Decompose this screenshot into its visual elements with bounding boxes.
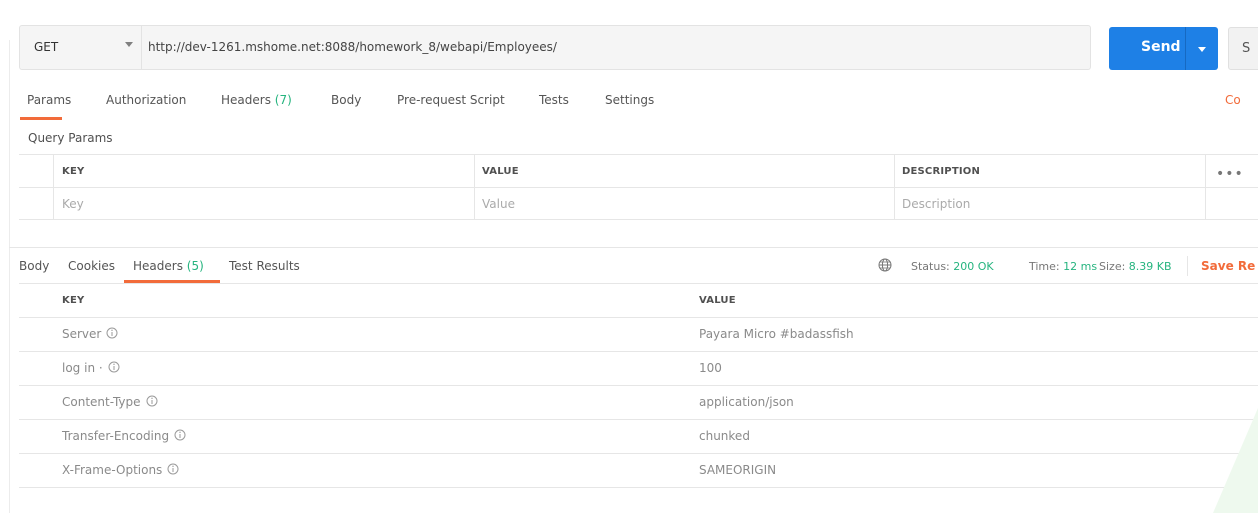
size-label: Size: — [1099, 260, 1126, 273]
tab-pre-request-script[interactable]: Pre-request Script — [397, 93, 505, 107]
time-value[interactable]: 12 ms — [1063, 260, 1097, 273]
tab-label: Authorization — [106, 93, 187, 107]
column-divider — [53, 155, 54, 219]
save-button[interactable]: S — [1228, 27, 1258, 70]
more-options-icon[interactable]: ••• — [1216, 166, 1244, 182]
description-input[interactable]: Description — [902, 197, 970, 211]
chevron-down-icon — [125, 42, 133, 47]
header-key-text: log in · — [62, 361, 103, 375]
header-key: X-Frame-Options — [62, 463, 179, 477]
tab-label: Headers — [221, 93, 271, 107]
left-divider — [9, 40, 10, 513]
info-icon[interactable] — [167, 463, 179, 475]
time-info: Time: 12 ms — [1029, 260, 1097, 273]
column-header-description: DESCRIPTION — [902, 166, 981, 177]
size-info: Size: 8.39 KB — [1099, 260, 1172, 273]
send-label: Send — [1141, 39, 1181, 55]
save-response-button[interactable]: Save Re — [1201, 259, 1255, 273]
tab-headers[interactable]: Headers (7) — [221, 93, 292, 107]
send-button[interactable]: Send — [1109, 27, 1218, 70]
tab-settings[interactable]: Settings — [605, 93, 654, 107]
column-divider — [894, 155, 895, 219]
status-info: Status: 200 OK — [911, 260, 994, 273]
active-tab-indicator — [20, 117, 62, 120]
status-divider — [1187, 256, 1188, 276]
column-divider — [474, 155, 475, 219]
tab-response-cookies[interactable]: Cookies — [68, 259, 115, 273]
header-key-text: Transfer-Encoding — [62, 429, 170, 443]
request-bar: GET http://dev-1261.mshome.net:8088/home… — [19, 25, 1091, 70]
header-value: 100 — [699, 361, 722, 375]
tab-label: Params — [27, 93, 72, 107]
method-select[interactable]: GET — [20, 26, 142, 69]
header-key: log in · — [62, 361, 120, 375]
header-value: Payara Micro #badassfish — [699, 327, 854, 341]
column-header-value: VALUE — [482, 166, 519, 177]
tab-count: (7) — [274, 93, 292, 107]
table-row: log in · 100 — [19, 352, 1258, 386]
tab-label: Body — [19, 259, 50, 273]
header-key-text: Server — [62, 327, 102, 341]
tab-label: Tests — [539, 93, 569, 107]
tab-response-headers[interactable]: Headers (5) — [133, 259, 204, 273]
info-icon[interactable] — [146, 395, 158, 407]
method-label: GET — [34, 40, 59, 54]
header-key-text: Content-Type — [62, 395, 141, 409]
tab-tests[interactable]: Tests — [539, 93, 569, 107]
value-input[interactable]: Value — [482, 197, 515, 211]
tab-label: Headers — [133, 259, 183, 273]
tab-label: Pre-request Script — [397, 93, 505, 107]
table-header-row — [19, 155, 1258, 188]
send-divider — [1185, 27, 1186, 70]
tab-params[interactable]: Params — [27, 93, 71, 107]
send-dropdown-icon[interactable] — [1198, 47, 1206, 52]
tab-label: Test Results — [229, 259, 300, 273]
query-params-title: Query Params — [28, 131, 113, 145]
size-value[interactable]: 8.39 KB — [1129, 260, 1172, 273]
tab-body[interactable]: Body — [331, 93, 361, 107]
query-params-table: KEY VALUE DESCRIPTION Key Value Descript… — [19, 154, 1258, 220]
globe-icon[interactable] — [878, 258, 892, 272]
response-headers-table: KEY VALUE Server Payara Micro #badassfis… — [19, 283, 1258, 488]
url-input[interactable]: http://dev-1261.mshome.net:8088/homework… — [148, 40, 557, 54]
column-header-value: VALUE — [699, 295, 736, 306]
header-value: chunked — [699, 429, 750, 443]
header-key-text: X-Frame-Options — [62, 463, 163, 477]
info-icon[interactable] — [108, 361, 120, 373]
column-header-key: KEY — [62, 295, 85, 306]
table-header-row: KEY VALUE — [19, 284, 1258, 318]
table-row: Server Payara Micro #badassfish — [19, 318, 1258, 352]
header-key: Server — [62, 327, 118, 341]
header-value: application/json — [699, 395, 794, 409]
tab-response-body[interactable]: Body — [19, 259, 49, 273]
key-input[interactable]: Key — [62, 197, 84, 211]
column-divider — [1205, 155, 1206, 219]
table-row: Transfer-Encoding chunked — [19, 420, 1258, 454]
tab-label: Settings — [605, 93, 655, 107]
response-divider — [9, 247, 1258, 248]
time-label: Time: — [1029, 260, 1060, 273]
save-label: S — [1242, 41, 1251, 56]
status-label: Status: — [911, 260, 950, 273]
info-icon[interactable] — [106, 327, 118, 339]
tab-authorization[interactable]: Authorization — [106, 93, 186, 107]
header-key: Content-Type — [62, 395, 158, 409]
header-key: Transfer-Encoding — [62, 429, 186, 443]
table-row: Content-Type application/json — [19, 386, 1258, 420]
header-value: SAMEORIGIN — [699, 463, 777, 477]
info-icon[interactable] — [174, 429, 186, 441]
tab-label: Cookies — [68, 259, 115, 273]
status-value[interactable]: 200 OK — [953, 260, 993, 273]
tab-count: (5) — [186, 259, 204, 273]
table-row: X-Frame-Options SAMEORIGIN — [19, 454, 1258, 488]
tab-label: Body — [331, 93, 362, 107]
column-header-key: KEY — [62, 166, 85, 177]
tab-test-results[interactable]: Test Results — [229, 259, 300, 273]
cookies-link[interactable]: Co — [1225, 93, 1241, 107]
